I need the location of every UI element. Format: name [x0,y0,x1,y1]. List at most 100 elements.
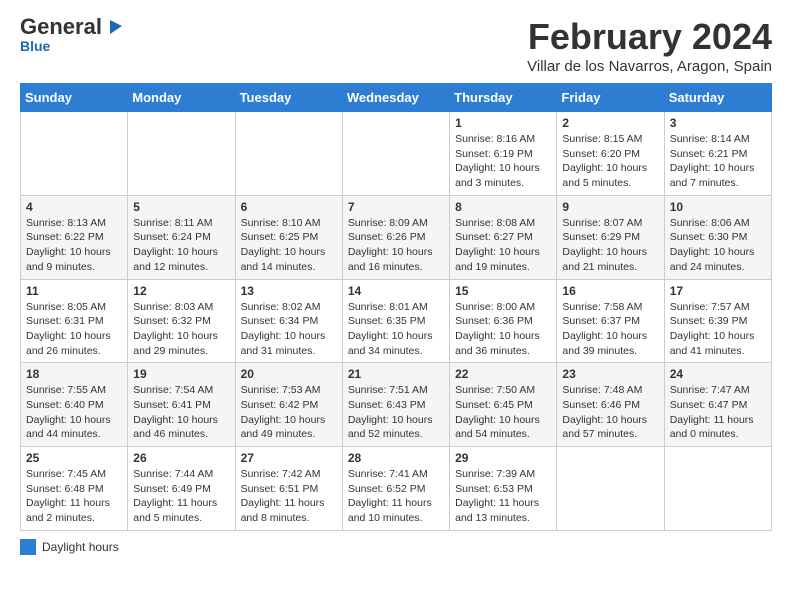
day-info: Sunrise: 7:55 AM Sunset: 6:40 PM Dayligh… [26,383,122,442]
legend-color-box [20,539,36,555]
calendar-cell: 23 Sunrise: 7:48 AM Sunset: 6:46 PM Dayli… [557,363,664,447]
calendar-cell [664,447,771,531]
day-number: 18 [26,367,122,381]
day-number: 4 [26,200,122,214]
day-info: Sunrise: 7:45 AM Sunset: 6:48 PM Dayligh… [26,467,122,526]
day-number: 21 [348,367,444,381]
day-number: 24 [670,367,766,381]
day-info: Sunrise: 8:07 AM Sunset: 6:29 PM Dayligh… [562,216,658,275]
calendar-cell: 18 Sunrise: 7:55 AM Sunset: 6:40 PM Dayli… [21,363,128,447]
calendar-cell: 10 Sunrise: 8:06 AM Sunset: 6:30 PM Dayli… [664,195,771,279]
calendar-cell: 8 Sunrise: 8:08 AM Sunset: 6:27 PM Daylig… [450,195,557,279]
calendar-cell: 1 Sunrise: 8:16 AM Sunset: 6:19 PM Daylig… [450,112,557,196]
day-info: Sunrise: 8:08 AM Sunset: 6:27 PM Dayligh… [455,216,551,275]
calendar-cell: 3 Sunrise: 8:14 AM Sunset: 6:21 PM Daylig… [664,112,771,196]
calendar-cell: 12Sunrise: 8:03 AM Sunset: 6:32 PM Dayli… [128,279,235,363]
calendar-cell: 20 Sunrise: 7:53 AM Sunset: 6:42 PM Dayli… [235,363,342,447]
logo-triangle-icon [102,16,124,38]
day-info: Sunrise: 7:51 AM Sunset: 6:43 PM Dayligh… [348,383,444,442]
day-number: 23 [562,367,658,381]
day-info: Sunrise: 8:05 AM Sunset: 6:31 PM Dayligh… [26,300,122,359]
day-number: 19 [133,367,229,381]
legend-label: Daylight hours [42,540,119,554]
calendar-cell: 4 Sunrise: 8:13 AM Sunset: 6:22 PM Daylig… [21,195,128,279]
day-info: Sunrise: 8:15 AM Sunset: 6:20 PM Dayligh… [562,132,658,191]
day-number: 17 [670,284,766,298]
day-info: Sunrise: 7:48 AM Sunset: 6:46 PM Dayligh… [562,383,658,442]
day-info: Sunrise: 7:39 AM Sunset: 6:53 PM Dayligh… [455,467,551,526]
day-info: Sunrise: 7:50 AM Sunset: 6:45 PM Dayligh… [455,383,551,442]
day-info: Sunrise: 8:10 AM Sunset: 6:25 PM Dayligh… [241,216,337,275]
day-number: 13 [241,284,337,298]
calendar-cell: 22 Sunrise: 7:50 AM Sunset: 6:45 PM Dayli… [450,363,557,447]
calendar-cell [235,112,342,196]
day-info: Sunrise: 7:47 AM Sunset: 6:47 PM Dayligh… [670,383,766,442]
day-info: Sunrise: 7:53 AM Sunset: 6:42 PM Dayligh… [241,383,337,442]
day-number: 1 [455,116,551,130]
day-info: Sunrise: 7:57 AM Sunset: 6:39 PM Dayligh… [670,300,766,359]
day-number: 10 [670,200,766,214]
day-number: 29 [455,451,551,465]
day-info: Sunrise: 7:58 AM Sunset: 6:37 PM Dayligh… [562,300,658,359]
day-info: Sunrise: 8:11 AM Sunset: 6:24 PM Dayligh… [133,216,229,275]
calendar-cell: 11 Sunrise: 8:05 AM Sunset: 6:31 PM Dayli… [21,279,128,363]
day-number: 2 [562,116,658,130]
calendar-cell: 15Sunrise: 8:00 AM Sunset: 6:36 PM Dayli… [450,279,557,363]
calendar-cell: 5Sunrise: 8:11 AM Sunset: 6:24 PM Daylig… [128,195,235,279]
calendar-cell [128,112,235,196]
calendar-cell: 21 Sunrise: 7:51 AM Sunset: 6:43 PM Dayli… [342,363,449,447]
logo: General Blue [20,16,124,54]
day-info: Sunrise: 8:13 AM Sunset: 6:22 PM Dayligh… [26,216,122,275]
day-number: 25 [26,451,122,465]
calendar-cell: 9 Sunrise: 8:07 AM Sunset: 6:29 PM Daylig… [557,195,664,279]
column-header-sunday: Sunday [21,84,128,112]
column-header-tuesday: Tuesday [235,84,342,112]
column-header-thursday: Thursday [450,84,557,112]
column-header-friday: Friday [557,84,664,112]
calendar-cell [557,447,664,531]
calendar-cell [21,112,128,196]
day-number: 9 [562,200,658,214]
day-number: 11 [26,284,122,298]
calendar-cell: 2 Sunrise: 8:15 AM Sunset: 6:20 PM Daylig… [557,112,664,196]
day-info: Sunrise: 8:06 AM Sunset: 6:30 PM Dayligh… [670,216,766,275]
main-title: February 2024 [527,16,772,58]
calendar-cell [342,112,449,196]
day-number: 6 [241,200,337,214]
day-number: 8 [455,200,551,214]
day-info: Sunrise: 8:16 AM Sunset: 6:19 PM Dayligh… [455,132,551,191]
day-info: Sunrise: 7:44 AM Sunset: 6:49 PM Dayligh… [133,467,229,526]
day-number: 16 [562,284,658,298]
day-number: 3 [670,116,766,130]
calendar-cell: 14 Sunrise: 8:01 AM Sunset: 6:35 PM Dayli… [342,279,449,363]
day-info: Sunrise: 8:01 AM Sunset: 6:35 PM Dayligh… [348,300,444,359]
calendar-table: SundayMondayTuesdayWednesdayThursdayFrid… [20,83,772,531]
calendar-cell: 26Sunrise: 7:44 AM Sunset: 6:49 PM Dayli… [128,447,235,531]
calendar-cell: 25 Sunrise: 7:45 AM Sunset: 6:48 PM Dayli… [21,447,128,531]
calendar-cell: 27Sunrise: 7:42 AM Sunset: 6:51 PM Dayli… [235,447,342,531]
column-header-wednesday: Wednesday [342,84,449,112]
column-header-monday: Monday [128,84,235,112]
day-info: Sunrise: 8:14 AM Sunset: 6:21 PM Dayligh… [670,132,766,191]
day-number: 22 [455,367,551,381]
day-info: Sunrise: 8:09 AM Sunset: 6:26 PM Dayligh… [348,216,444,275]
legend: Daylight hours [20,539,772,555]
day-info: Sunrise: 7:42 AM Sunset: 6:51 PM Dayligh… [241,467,337,526]
calendar-cell: 29 Sunrise: 7:39 AM Sunset: 6:53 PM Dayli… [450,447,557,531]
calendar-cell: 24 Sunrise: 7:47 AM Sunset: 6:47 PM Dayli… [664,363,771,447]
day-number: 14 [348,284,444,298]
day-number: 20 [241,367,337,381]
logo-text-blue: Blue [20,38,50,54]
calendar-cell: 17 Sunrise: 7:57 AM Sunset: 6:39 PM Dayli… [664,279,771,363]
day-info: Sunrise: 8:02 AM Sunset: 6:34 PM Dayligh… [241,300,337,359]
day-number: 7 [348,200,444,214]
calendar-cell: 16 Sunrise: 7:58 AM Sunset: 6:37 PM Dayli… [557,279,664,363]
calendar-cell: 7 Sunrise: 8:09 AM Sunset: 6:26 PM Daylig… [342,195,449,279]
subtitle: Villar de los Navarros, Aragon, Spain [527,58,772,75]
day-info: Sunrise: 8:03 AM Sunset: 6:32 PM Dayligh… [133,300,229,359]
title-section: February 2024 Villar de los Navarros, Ar… [527,16,772,75]
day-info: Sunrise: 8:00 AM Sunset: 6:36 PM Dayligh… [455,300,551,359]
logo-text-general: General [20,16,102,38]
day-number: 28 [348,451,444,465]
day-info: Sunrise: 7:54 AM Sunset: 6:41 PM Dayligh… [133,383,229,442]
